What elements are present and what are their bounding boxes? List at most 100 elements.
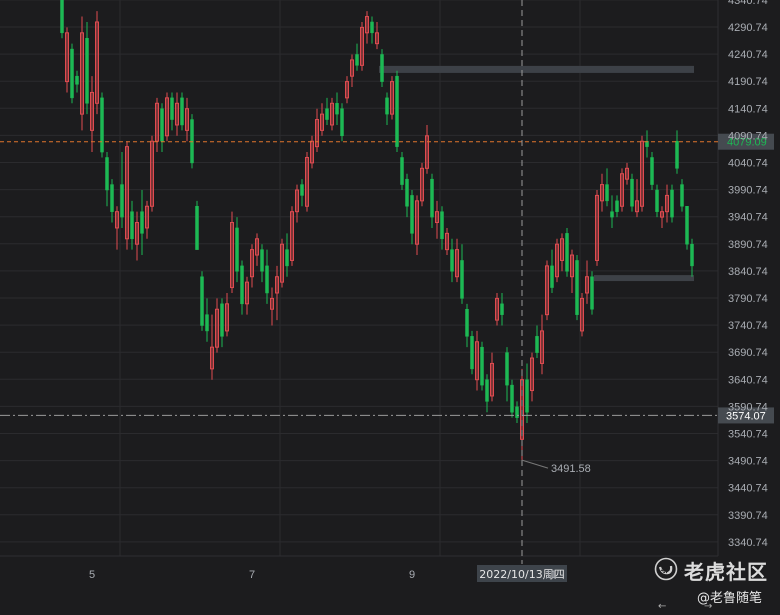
- candle-body: [655, 189, 659, 212]
- candlestick-chart[interactable]: 4079.09 3574.07 2022/10/13周四 3491.58 4340.7…: [0, 0, 780, 615]
- candle-body: [325, 108, 329, 120]
- candle-body: [690, 243, 694, 267]
- candle-up: [555, 238, 559, 283]
- candle-down: [400, 152, 404, 191]
- y-tick-label: 3540.74: [728, 429, 768, 441]
- candle-body: [630, 178, 634, 207]
- candle-body: [410, 195, 414, 234]
- chart-svg[interactable]: 4079.093574.072022/10/13周四3491.58 4340.7…: [0, 0, 780, 615]
- candle-up: [280, 238, 284, 288]
- candle-body: [680, 184, 684, 207]
- y-tick-label: 4190.74: [728, 76, 768, 88]
- y-tick-label: 3790.74: [728, 293, 768, 305]
- candle-down: [180, 92, 184, 131]
- candle-up: [390, 76, 394, 120]
- candle-up: [360, 21, 364, 71]
- candle-body: [355, 54, 359, 66]
- y-tick-label: 4090.74: [728, 130, 768, 142]
- candle-up: [165, 92, 169, 142]
- y-tick-label: 3690.74: [728, 347, 768, 359]
- candle-body: [130, 211, 134, 240]
- tiger-logo-icon: [654, 557, 678, 581]
- candle-down: [685, 206, 689, 250]
- y-tick-label: 4140.74: [728, 103, 768, 115]
- y-tick-label: 4040.74: [728, 158, 768, 170]
- price-zone: [594, 275, 694, 282]
- y-tick-label: 3840.74: [728, 266, 768, 278]
- candle-body: [335, 103, 339, 115]
- candle-up: [125, 141, 129, 250]
- candle-body: [500, 303, 504, 315]
- candle-up: [620, 168, 624, 212]
- y-tick-label: 3440.74: [728, 483, 768, 495]
- candle-body: [160, 108, 164, 142]
- candle-down: [100, 92, 104, 158]
- y-tick-label: 3390.74: [728, 510, 768, 522]
- y-tick-label: 3990.74: [728, 185, 768, 197]
- candle-up: [150, 135, 154, 212]
- candle-body: [650, 157, 654, 185]
- candle-body: [615, 200, 619, 212]
- candle-up: [305, 152, 309, 212]
- candle-body: [685, 206, 689, 245]
- scroll-left-arrow[interactable]: ←: [658, 601, 666, 612]
- candle-body: [610, 211, 614, 218]
- candle-down: [470, 330, 474, 375]
- x-tick-label: 5: [89, 569, 95, 581]
- candle-body: [75, 75, 79, 85]
- candle-body: [170, 97, 174, 120]
- candle-body: [380, 54, 384, 82]
- candle-body: [110, 184, 114, 212]
- x-tick-label: 7: [249, 569, 255, 581]
- y-tick-label: 3640.74: [728, 374, 768, 386]
- y-tick-label: 4290.74: [728, 22, 768, 34]
- candle-body: [340, 108, 344, 137]
- candle-body: [370, 21, 374, 34]
- candle-body: [235, 227, 239, 272]
- candle-down: [195, 200, 199, 250]
- candle-down: [70, 43, 74, 104]
- candle-body: [260, 249, 264, 272]
- candle-body: [575, 260, 579, 315]
- candle-body: [220, 303, 224, 337]
- watermark: 老虎社区 @老鲁随笔 ← →: [652, 554, 780, 615]
- candle-up: [230, 211, 234, 293]
- candle-body: [400, 157, 404, 185]
- candle-body: [180, 97, 184, 126]
- candle-body: [460, 260, 464, 299]
- candle-body: [605, 184, 609, 202]
- candle-down: [590, 271, 594, 315]
- candle-body: [525, 379, 529, 413]
- candle-down: [60, 0, 64, 39]
- candle-body: [535, 336, 539, 353]
- candle-body: [465, 308, 469, 337]
- y-tick-label: 3890.74: [728, 239, 768, 251]
- candle-body: [200, 276, 204, 326]
- candle-body: [60, 0, 64, 34]
- x-tick-label: 11: [545, 569, 556, 581]
- y-tick-label: 4240.74: [728, 49, 768, 61]
- candle-body: [195, 206, 199, 250]
- candle-body: [430, 178, 434, 218]
- candle-up: [595, 190, 599, 266]
- candle-up: [420, 162, 424, 207]
- candle-body: [440, 211, 444, 240]
- candle-body: [565, 233, 569, 272]
- candle-body: [590, 276, 594, 310]
- candle-down: [630, 173, 634, 212]
- y-tick-label: 4340.74: [728, 0, 768, 7]
- y-tick-label: 3940.74: [728, 212, 768, 224]
- candle-down: [670, 184, 674, 223]
- candle-down: [650, 152, 654, 191]
- candle-body: [505, 352, 509, 386]
- candle-up: [290, 206, 294, 266]
- candle-body: [670, 189, 674, 218]
- candle-body: [265, 265, 269, 294]
- y-tick-label: 3740.74: [728, 320, 768, 332]
- candle-up: [95, 11, 99, 115]
- scroll-right-arrow[interactable]: →: [704, 601, 712, 612]
- watermark-brand: 老虎社区: [684, 560, 768, 584]
- candle-body: [675, 140, 679, 169]
- candle-body: [70, 48, 74, 99]
- candle-down: [480, 341, 484, 391]
